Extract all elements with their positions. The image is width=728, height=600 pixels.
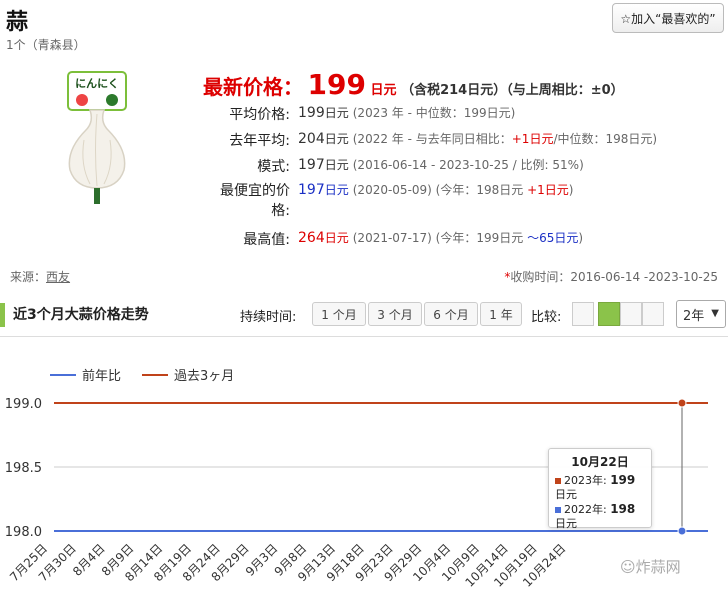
compare-option-3[interactable]: [620, 302, 642, 326]
page-title: 蒜: [6, 10, 29, 35]
chart-tooltip: 10月22日 2023年: 199 日元 2022年: 198 日元: [548, 448, 652, 531]
tooltip-date: 10月22日: [571, 455, 629, 469]
hover-point: [677, 398, 687, 408]
stat-note: (2022 年 - 与去年同日相比：: [352, 132, 512, 146]
stat-note: ): [578, 231, 584, 245]
stat-unit: 日元: [324, 132, 349, 146]
stat-key-line: 最便宜的价: [220, 183, 290, 199]
y-tick-label: 199.0: [5, 397, 42, 412]
stat-row-average: 平均价格: 199日元 (2023 年 - 中位数：199日元): [200, 104, 515, 124]
legend-label: 前年比: [82, 368, 121, 384]
garlic-product-image: にんにく: [67, 71, 127, 204]
stat-unit: 日元: [324, 158, 349, 172]
stat-value: 197: [298, 182, 325, 198]
trend-toolbar: 近3个月大蒜价格走势 持续时间: 1 个月 3 个月 6 个月 1 年 比较: …: [0, 300, 728, 330]
stat-note: (2020-05-09) (今年：198日元: [352, 183, 528, 197]
add-favorite-button[interactable]: ☆加入“最喜欢的”: [612, 3, 724, 33]
stat-value: 199: [298, 105, 325, 121]
year-select-value: 2年: [683, 308, 705, 324]
stat-row-highest: 最高值: 264日元 (2021-07-17) (今年：199日元 ～65日元): [200, 229, 583, 249]
series-marker-icon: [555, 478, 561, 484]
series-marker-icon: [555, 507, 561, 513]
stat-row-last-year: 去年平均: 204日元 (2022 年 - 与去年同日相比：+1日元/中位数：198…: [200, 130, 657, 150]
period-text: 收购时间：2016-06-14 -2023-10-25: [510, 270, 718, 284]
duration-1-month-button[interactable]: 1 个月: [312, 302, 366, 326]
legend-label: 過去3ヶ月: [174, 369, 234, 384]
stat-note: /中位数：198日元): [553, 132, 658, 146]
stat-key: 模式:: [257, 159, 290, 175]
stat-key: 去年平均:: [229, 133, 290, 149]
stat-note-highlight: +1日元: [511, 132, 554, 146]
latest-price: 最新价格： 199 日元 （含税214日元）（与上周相比：±0）: [203, 68, 624, 101]
duration-1-year-button[interactable]: 1 年: [480, 302, 522, 326]
year-range-select[interactable]: 2年 ▼: [676, 300, 726, 328]
compare-option-1[interactable]: [572, 302, 594, 326]
duration-label: 持续时间:: [240, 310, 297, 325]
stat-note: ): [568, 183, 574, 197]
tooltip-value: 198: [610, 502, 636, 516]
tooltip-row-2022: 2022年: 198 日元: [555, 502, 645, 531]
tooltip-row-2023: 2023年: 199 日元: [555, 473, 645, 502]
compare-label: 比较:: [531, 310, 562, 325]
y-tick-label: 198.5: [5, 461, 42, 476]
compare-option-4[interactable]: [642, 302, 664, 326]
stat-key: 最高值:: [243, 232, 290, 248]
stat-key: 平均价格:: [229, 107, 290, 123]
stat-note-highlight: ～65日元: [527, 231, 579, 245]
tooltip-label: 2022年:: [564, 503, 607, 516]
chevron-down-icon: ▼: [711, 308, 719, 319]
stat-row-mode: 模式: 197日元 (2016-06-14 - 2023-10-25 / 比例: 5…: [200, 156, 584, 176]
watermark: ☺炸蒜网: [620, 558, 681, 576]
stat-note: (2016-06-14 - 2023-10-25 / 比例: 51%): [352, 158, 584, 172]
stat-unit: 日元: [324, 183, 349, 197]
svg-text:にんにく: にんにく: [75, 77, 119, 90]
stat-value: 204: [298, 131, 325, 147]
tooltip-unit: 日元: [555, 517, 577, 530]
y-tick-label: 198.0: [5, 525, 42, 540]
tooltip-label: 2023年:: [564, 474, 607, 487]
stat-key-line: 格:: [271, 203, 290, 219]
stat-value: 197: [298, 157, 325, 173]
product-subtitle: 1个（青森县）: [6, 38, 86, 52]
latest-price-value: 199: [307, 68, 366, 101]
source-link[interactable]: 西友: [46, 270, 70, 284]
stat-key: 最便宜的价格:: [200, 181, 290, 221]
compare-option-2[interactable]: [598, 302, 620, 326]
stat-unit: 日元: [324, 231, 349, 245]
stat-note: (2021-07-17) (今年：199日元: [352, 231, 528, 245]
stat-unit: 日元: [324, 106, 349, 120]
hover-point: [677, 526, 687, 536]
latest-price-note: （含税214日元）（与上周相比：±0）: [401, 83, 624, 98]
latest-price-unit: 日元: [370, 83, 397, 98]
duration-3-month-button[interactable]: 3 个月: [368, 302, 422, 326]
duration-6-month-button[interactable]: 6 个月: [424, 302, 478, 326]
acquisition-period: *收购时间：2016-06-14 -2023-10-25: [504, 268, 718, 285]
trend-title: 近3个月大蒜价格走势: [0, 303, 149, 327]
stat-note-highlight: +1日元: [527, 183, 569, 197]
tooltip-unit: 日元: [555, 488, 577, 501]
latest-price-label: 最新价格：: [203, 75, 303, 99]
stat-note: (2023 年 - 中位数：199日元): [352, 106, 516, 120]
stat-value: 264: [298, 230, 325, 246]
tooltip-value: 199: [610, 473, 636, 487]
source: 来源：西友: [10, 268, 70, 285]
source-label: 来源：: [10, 270, 47, 284]
stat-row-cheapest: 最便宜的价格: 197日元 (2020-05-09) (今年：198日元 +1日元): [200, 181, 573, 221]
